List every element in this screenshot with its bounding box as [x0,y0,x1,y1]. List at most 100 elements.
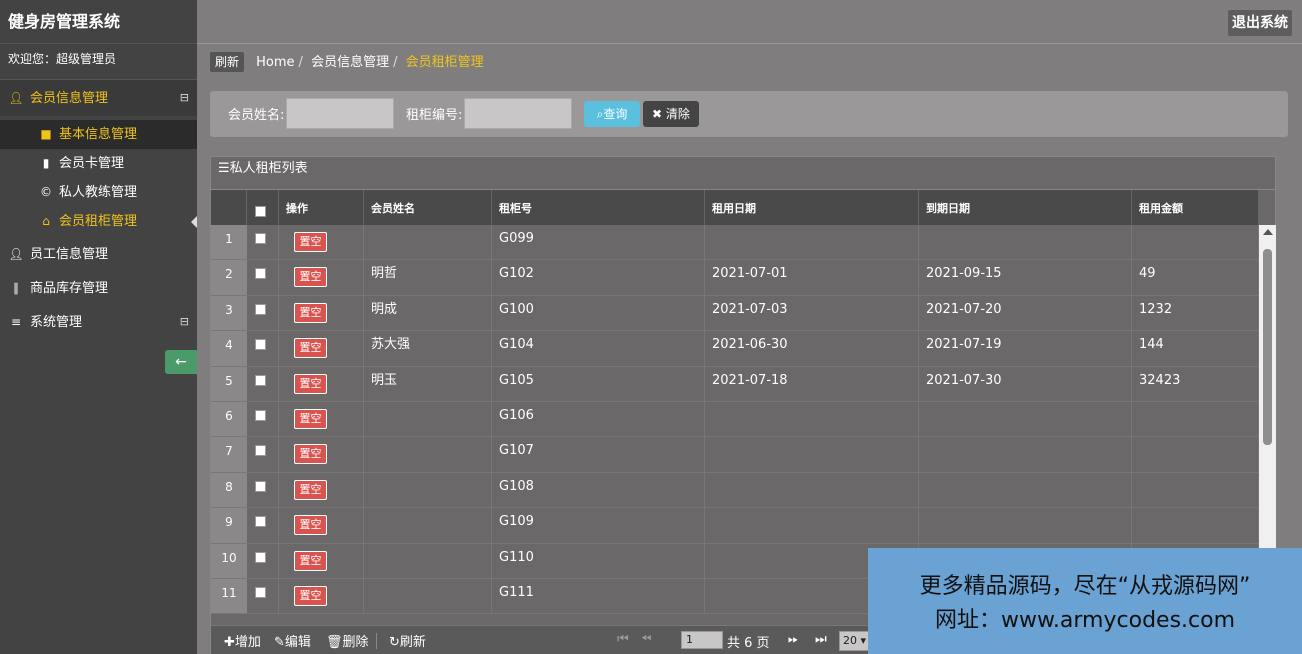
clear-cabinet-button[interactable]: 置空 [294,515,327,536]
breadcrumb-separator: / [298,55,303,70]
cell-name [364,437,492,472]
table-row[interactable]: 7 置空 G107 [211,437,1259,473]
table-row[interactable]: 5 置空 明玉 G105 2021-07-18 2021-07-30 32423 [211,366,1259,402]
row-checkbox[interactable] [255,268,266,280]
clear-cabinet-button[interactable]: 置空 [294,409,327,429]
cell-end [919,225,1132,260]
member-name-label: 会员姓名: [228,108,285,123]
clear-cabinet-button[interactable]: 置空 [294,267,327,288]
cell-name [364,543,492,578]
page-total-text: 共 6 页 [727,636,770,651]
delete-button[interactable]: 🗑︎删除 [326,631,369,650]
scroll-thumb[interactable] [1263,249,1272,445]
row-checkbox[interactable] [255,445,266,457]
cell-cabinet: G102 [492,260,705,295]
sidebar-item-cabinet[interactable]: ⌂ 会员租柜管理 [0,207,197,236]
cell-start [705,225,919,260]
table-row[interactable]: 8 置空 G108 [211,472,1259,509]
clear-cabinet-button[interactable]: 置空 [294,550,327,571]
last-page-icon[interactable]: ⏭︎ [815,632,827,647]
table-row[interactable]: 9 置空 G109 [211,508,1259,544]
row-number: 2 [211,260,247,295]
cell-amount [1132,508,1259,543]
cell-cabinet: G110 [492,543,705,578]
column-header[interactable]: 租用日期 [705,190,919,225]
sidebar-group-member[interactable]: 👤︎ 会员信息管理 ⊟ [0,80,197,116]
clear-cabinet-button[interactable]: 置空 [294,586,327,606]
action-cell: 置空 [279,472,364,508]
row-checkbox[interactable] [255,339,266,351]
row-checkbox[interactable] [255,516,266,528]
search-panel: 会员姓名: 租柜编号: ⌕查询 ✖ 清除 [210,91,1288,137]
table-row[interactable]: 4 置空 苏大强 G104 2021-06-30 2021-07-19 144 [211,331,1259,367]
column-header[interactable]: 租柜号 [492,190,705,225]
row-checkbox[interactable] [255,551,266,563]
close-icon: ✖ [652,107,666,121]
top-bar: 退出系统 [197,0,1302,44]
row-number: 10 [211,543,247,578]
column-header[interactable]: 操作 [279,190,364,225]
logout-button[interactable]: 退出系统 [1228,10,1292,36]
cell-end: 2021-07-30 [919,366,1132,401]
checkbox-cell [247,543,279,578]
cell-name [364,402,492,437]
row-checkbox[interactable] [255,374,266,386]
breadcrumb-parent[interactable]: 会员信息管理 [311,55,389,70]
cell-cabinet: G106 [492,402,705,437]
table-row[interactable]: 6 置空 G106 [211,402,1259,438]
select-all-checkbox[interactable] [255,206,266,217]
sidebar-group-staff[interactable]: 👤︎ 员工信息管理 [0,236,197,272]
scroll-up-icon[interactable] [1263,229,1273,235]
action-cell: 置空 [279,579,364,614]
sidebar-item-member-card[interactable]: ▮ 会员卡管理 [0,149,197,178]
sidebar-item-trainer[interactable]: © 私人教练管理 [0,178,197,207]
cell-end: 2021-09-15 [919,260,1132,295]
collapse-toggle-icon[interactable]: ⊟ [180,304,189,340]
user-icon: 👤︎ [8,91,24,105]
clear-button[interactable]: ✖ 清除 [643,101,699,127]
next-page-icon[interactable]: ⏩︎ [788,632,798,647]
cell-end [919,472,1132,508]
chevron-down-icon: ▾ [860,634,867,647]
row-checkbox[interactable] [255,480,266,492]
collapse-sidebar-button[interactable]: ← [165,350,197,374]
grid-header: 操作 会员姓名 租柜号 租用日期 到期日期 租用金额 [211,190,1259,225]
clear-cabinet-button[interactable]: 置空 [294,302,327,323]
table-row[interactable]: 3 置空 明成 G100 2021-07-03 2021-07-20 1232 [211,295,1259,332]
row-checkbox[interactable] [255,410,266,421]
prev-page-icon[interactable]: ⏪︎ [641,632,651,647]
refresh-button[interactable]: ↻刷新 [389,631,426,650]
edit-button[interactable]: ✎编辑 [274,631,311,650]
page-number-input[interactable]: 1 [681,631,723,649]
add-button[interactable]: ✚增加 [224,631,261,650]
action-cell: 置空 [279,295,364,331]
column-header[interactable]: 租用金额 [1132,190,1259,225]
row-checkbox[interactable] [255,233,266,244]
clear-cabinet-button[interactable]: 置空 [294,338,327,359]
checkbox-cell [247,331,279,366]
clear-cabinet-button[interactable]: 置空 [294,479,327,500]
column-header[interactable]: 会员姓名 [364,190,492,225]
first-page-icon[interactable]: ⏮︎ [617,632,629,647]
clear-cabinet-button[interactable]: 置空 [294,444,327,465]
cell-cabinet: G100 [492,295,705,331]
cell-amount [1132,225,1259,260]
clear-cabinet-button[interactable]: 置空 [294,232,327,252]
query-button[interactable]: ⌕查询 [584,101,640,127]
sidebar-group-inventory[interactable]: ∥ 商品库存管理 [0,270,197,306]
collapse-toggle-icon[interactable]: ⊟ [180,80,189,116]
action-cell: 置空 [279,508,364,543]
cell-start [705,472,919,508]
member-name-input[interactable] [286,98,394,129]
row-checkbox[interactable] [255,303,266,315]
table-row[interactable]: 2 置空 明哲 G102 2021-07-01 2021-09-15 49 [211,260,1259,296]
cabinet-number-input[interactable] [464,98,572,129]
sidebar-item-basic-info[interactable]: ■ 基本信息管理 [0,120,197,149]
refresh-link[interactable]: 刷新 [210,52,245,72]
clear-cabinet-button[interactable]: 置空 [294,373,327,394]
table-row[interactable]: 1 置空 G099 [211,225,1259,261]
sidebar-group-system[interactable]: ≡ 系统管理 ⊟ [0,304,197,340]
column-header[interactable]: 到期日期 [919,190,1132,225]
breadcrumb-home[interactable]: Home [256,55,294,70]
row-checkbox[interactable] [255,587,266,598]
